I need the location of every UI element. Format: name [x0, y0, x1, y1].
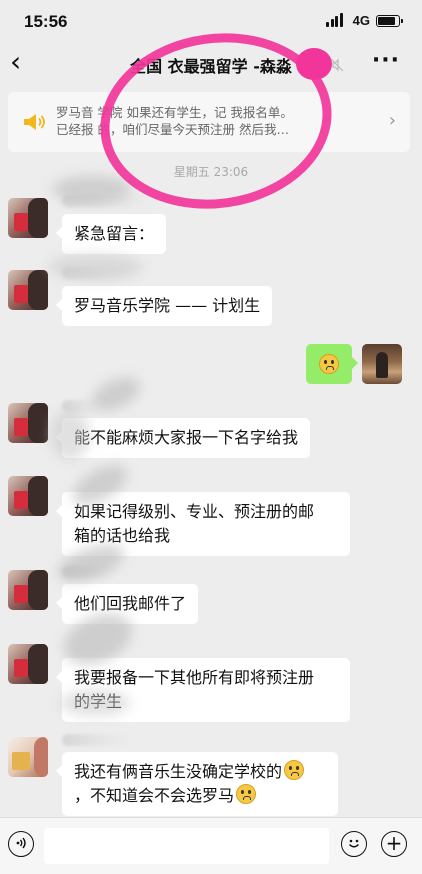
sender-name-blurred: [62, 734, 132, 746]
my-avatar[interactable]: [362, 344, 402, 384]
input-bar: +: [0, 817, 422, 874]
clock: 15:56: [24, 12, 68, 31]
message-text-line-1: 如果记得级别、专业、预注册的邮: [74, 502, 315, 521]
privacy-smudge: [50, 410, 90, 460]
signal-icon: [326, 13, 344, 27]
pink-marker-dot: [296, 48, 332, 80]
flushed-face-emoji-icon: [319, 354, 339, 374]
avatar[interactable]: [8, 403, 48, 443]
privacy-smudge: [48, 254, 143, 280]
message-text-line-2: ，不知道会不会选罗马: [74, 786, 235, 805]
battery-icon: [376, 15, 403, 27]
message-bubble[interactable]: 能不能麻烦大家报一下名字给我: [55, 418, 311, 458]
message-bubble[interactable]: 他们回我邮件了: [55, 584, 199, 624]
mute-icon: [330, 58, 344, 72]
avatar[interactable]: [8, 570, 48, 610]
more-options-button[interactable]: ···: [372, 50, 400, 72]
my-message-bubble[interactable]: [306, 344, 358, 384]
network-label: 4G: [352, 13, 370, 28]
avatar[interactable]: [8, 737, 48, 777]
avatar[interactable]: [8, 198, 48, 238]
message-bubble[interactable]: 紧急留言：: [55, 214, 167, 254]
message-text: 紧急留言：: [74, 224, 155, 243]
chevron-right-icon: ›: [388, 110, 396, 131]
avatar[interactable]: [8, 644, 48, 684]
emoji-icon[interactable]: [341, 831, 367, 857]
message-bubble[interactable]: 我还有俩音乐生没确定学校的 ，不知道会不会选罗马: [56, 752, 338, 816]
message-input[interactable]: [44, 828, 329, 864]
message-text-line-1: 我要报备一下其他所有即将预注册: [74, 668, 315, 687]
message-text: 他们回我邮件了: [74, 594, 187, 613]
chevron-left-icon[interactable]: ‹: [10, 47, 21, 77]
message-text-line-1: 我还有俩音乐生没确定学校的: [74, 762, 283, 781]
speaker-icon: [22, 113, 46, 131]
message-text: 能不能麻烦大家报一下名字给我: [74, 428, 299, 447]
privacy-smudge: [52, 176, 132, 202]
avatar[interactable]: [8, 270, 48, 310]
voice-icon[interactable]: [8, 831, 34, 857]
avatar[interactable]: [8, 476, 48, 516]
pleading-face-emoji-icon: [236, 784, 257, 804]
pleading-face-emoji-icon: [284, 760, 305, 780]
plus-icon[interactable]: +: [381, 831, 407, 857]
privacy-smudge: [60, 690, 130, 716]
message-text: 罗马音乐学院 —— 计划生: [74, 296, 261, 315]
message-bubble[interactable]: 罗马音乐学院 —— 计划生: [55, 286, 273, 326]
